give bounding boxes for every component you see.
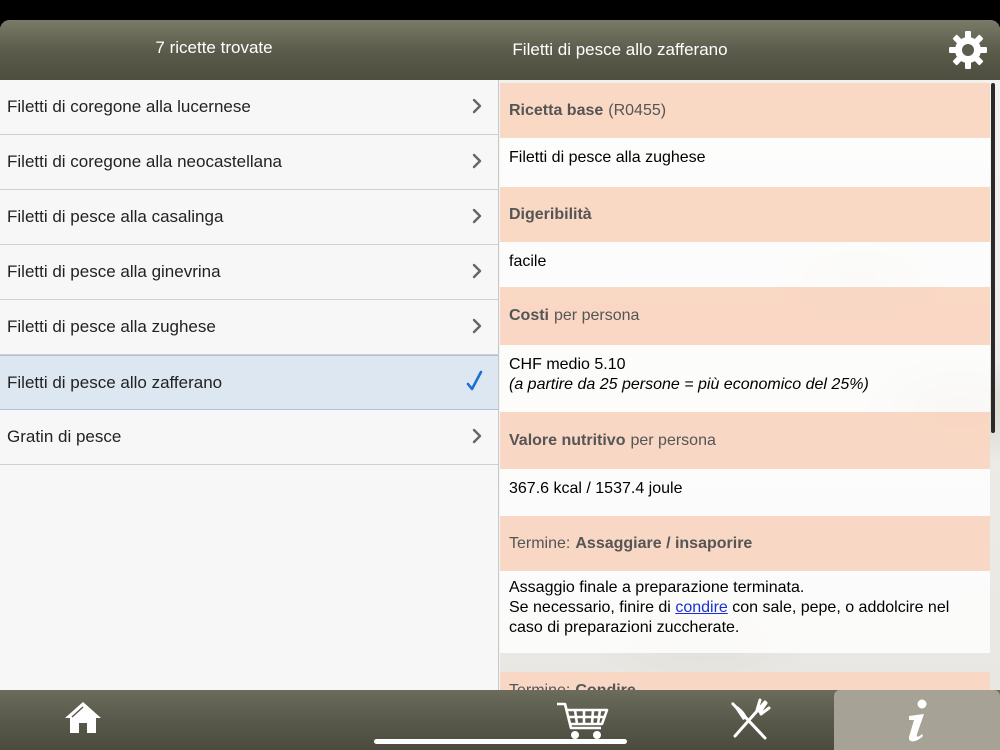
list-item-label: Filetti di pesce alla zughese — [7, 317, 216, 336]
term-prefix: Termine: — [509, 682, 570, 690]
condire-link[interactable]: condire — [675, 599, 727, 616]
costs-note: (a partire da 25 persone = più economico… — [509, 376, 869, 393]
list-item-label: Filetti di pesce alla casalinga — [7, 207, 224, 226]
section-suffix: per persona — [630, 431, 716, 449]
section-title: Digeribilità — [509, 205, 592, 223]
list-item[interactable]: Filetti di pesce alla zughese — [0, 300, 498, 355]
recipe-code: (R0455) — [608, 101, 667, 119]
chevron-right-icon — [472, 98, 482, 114]
term-description-line: Assaggio finale a preparazione terminata… — [509, 579, 805, 596]
home-icon — [65, 702, 101, 733]
base-recipe-value: Filetti di pesce alla zughese — [500, 138, 990, 187]
section-suffix: per persona — [554, 307, 640, 324]
checkmark-icon — [466, 370, 483, 391]
tab-recipes[interactable] — [667, 690, 833, 750]
costs-text: CHF medio 5.10 — [509, 356, 626, 373]
recipe-title: Filetti di pesce allo zafferano — [512, 40, 728, 59]
section-term-season: Termine: Condire — [500, 672, 990, 690]
base-recipe-text: Filetti di pesce alla zughese — [509, 149, 706, 166]
chevron-right-icon — [472, 318, 482, 334]
info-icon — [908, 699, 927, 742]
digestibility-value: facile — [500, 242, 990, 287]
chevron-right-icon — [472, 208, 482, 224]
chevron-right-icon — [472, 428, 482, 444]
list-item[interactable]: Gratin di pesce — [0, 410, 498, 465]
list-item[interactable]: Filetti di coregone alla neocastellana — [0, 135, 498, 190]
digestibility-text: facile — [509, 253, 547, 270]
list-item[interactable]: Filetti di coregone alla lucernese — [0, 80, 498, 135]
list-item[interactable]: Filetti di pesce alla casalinga — [0, 190, 498, 245]
section-title: Ricetta base — [509, 101, 604, 119]
section-nutrition: Valore nutritivo per persona — [500, 412, 990, 469]
term-title: Condire — [575, 682, 635, 690]
term-prefix: Termine: — [509, 534, 571, 552]
results-count-title: 7 ricette trovate — [155, 38, 273, 57]
section-term-taste: Termine: Assaggiare / insaporire — [500, 516, 990, 571]
nutrition-text: 367.6 kcal / 1537.4 joule — [509, 480, 683, 497]
gear-icon[interactable] — [948, 30, 988, 70]
chevron-right-icon — [472, 263, 482, 279]
recipe-list: Filetti di coregone alla lucernese Filet… — [0, 80, 499, 690]
chevron-right-icon — [472, 153, 482, 169]
shopping-cart-icon — [557, 702, 609, 739]
tab-home[interactable] — [0, 690, 166, 750]
term-description-text: Se necessario, finire di — [509, 599, 676, 616]
scrollbar[interactable] — [991, 83, 995, 433]
section-title: Valore nutritivo — [509, 431, 626, 449]
list-item-label: Gratin di pesce — [7, 427, 122, 446]
list-item[interactable]: Filetti di pesce alla ginevrina — [0, 245, 498, 300]
app-window: 7 ricette trovate Filetti di pesce allo … — [0, 20, 1000, 750]
top-bar: 7 ricette trovate Filetti di pesce allo … — [0, 20, 1000, 80]
tab-info[interactable] — [834, 690, 1000, 750]
section-base-recipe: Ricetta base (R0455) — [500, 83, 990, 138]
list-item-label: Filetti di coregone alla lucernese — [7, 97, 251, 116]
term-title: Assaggiare / insaporire — [575, 534, 753, 552]
list-item-selected[interactable]: Filetti di pesce allo zafferano — [0, 355, 498, 410]
section-digestibility: Digeribilità — [500, 187, 990, 242]
recipe-detail[interactable]: Ricetta base (R0455) Filetti di pesce al… — [500, 80, 1000, 690]
fork-knife-icon — [731, 698, 771, 740]
costs-value: CHF medio 5.10 (a partire da 25 persone … — [500, 345, 990, 412]
nutrition-value: 367.6 kcal / 1537.4 joule — [500, 469, 990, 516]
list-item-label: Filetti di pesce alla ginevrina — [7, 262, 221, 281]
section-costs: Costi per persona — [500, 287, 990, 345]
list-item-label: Filetti di pesce allo zafferano — [7, 372, 223, 392]
section-title: Costi — [509, 307, 549, 324]
list-item-label: Filetti di coregone alla neocastellana — [7, 152, 283, 171]
home-indicator[interactable] — [374, 739, 627, 744]
term-taste-description: Assaggio finale a preparazione terminata… — [500, 571, 990, 653]
